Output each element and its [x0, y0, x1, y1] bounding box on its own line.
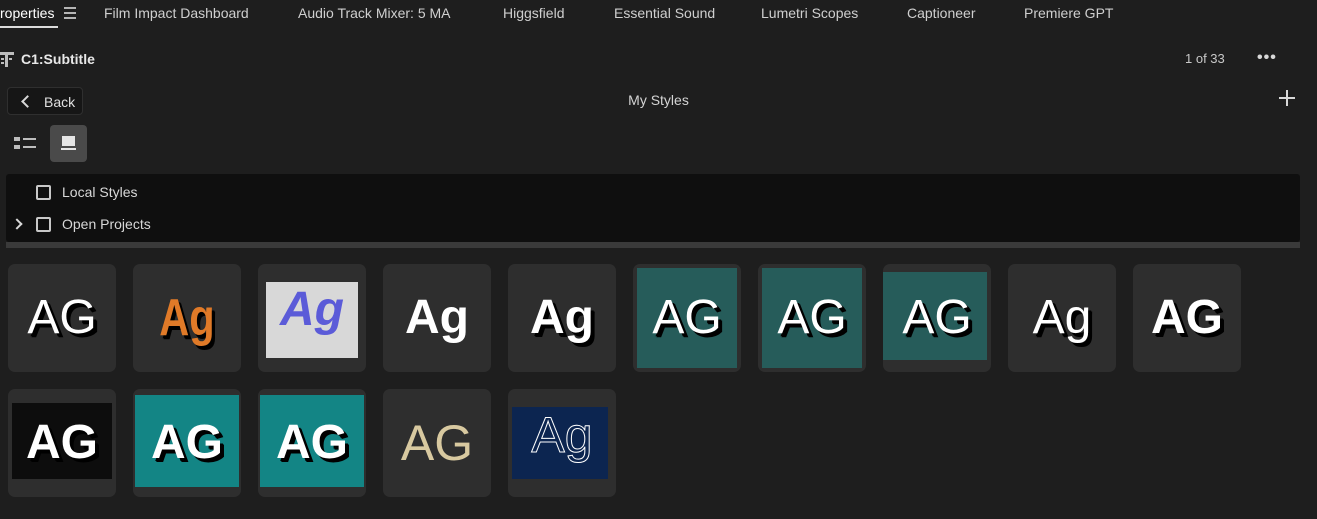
- clip-title: C1:Subtitle: [21, 51, 95, 67]
- style-preview-text: Ag: [531, 407, 593, 463]
- source-local-styles[interactable]: Local Styles: [6, 180, 406, 206]
- tab-lumetri-scopes[interactable]: Lumetri Scopes: [761, 5, 858, 21]
- style-tile[interactable]: AG: [633, 264, 741, 372]
- horizontal-scrollbar[interactable]: [6, 242, 1300, 248]
- style-tile[interactable]: AG: [8, 389, 116, 497]
- style-preview-text: Ag: [1032, 291, 1092, 344]
- tab-captioneer[interactable]: Captioneer: [907, 5, 976, 21]
- add-style-icon[interactable]: [1278, 89, 1296, 107]
- list-view-icon[interactable]: [8, 126, 42, 160]
- style-preview-text: AG: [777, 291, 847, 344]
- clip-header: C1:Subtitle 1 of 33 •••: [0, 45, 1317, 73]
- style-tile[interactable]: Ag: [1008, 264, 1116, 372]
- style-preview-text: AG: [26, 416, 98, 469]
- style-tile[interactable]: Ag: [383, 264, 491, 372]
- open-projects-checkbox[interactable]: [36, 217, 51, 232]
- grid-view-icon[interactable]: [50, 125, 87, 162]
- source-open-projects[interactable]: Open Projects: [6, 212, 406, 238]
- style-tile[interactable]: Ag: [508, 389, 616, 497]
- tab-properties[interactable]: roperties: [0, 5, 54, 21]
- style-tile[interactable]: AG: [258, 389, 366, 497]
- more-options-icon[interactable]: •••: [1257, 49, 1279, 67]
- style-preview-text: AG: [400, 415, 474, 471]
- panel-tab-bar: roperties Film Impact Dashboard Audio Tr…: [0, 0, 1317, 28]
- style-preview-text: AG: [1151, 291, 1223, 344]
- style-preview-text: Ag: [280, 283, 344, 336]
- style-tile[interactable]: Ag: [258, 264, 366, 372]
- style-preview-text: Ag: [159, 289, 215, 347]
- style-tile[interactable]: Ag: [133, 264, 241, 372]
- style-preview-text: Ag: [405, 291, 469, 344]
- style-preview-text: AG: [27, 291, 97, 344]
- active-tab-indicator: [0, 26, 58, 28]
- style-tile[interactable]: AG: [133, 389, 241, 497]
- style-preview-text: Ag: [530, 291, 594, 344]
- style-source-list: Local Styles Open Projects: [6, 174, 1300, 242]
- tab-audio-track-mixer[interactable]: Audio Track Mixer: 5 MA: [298, 5, 451, 21]
- style-tile[interactable]: AG: [758, 264, 866, 372]
- local-styles-checkbox[interactable]: [36, 185, 51, 200]
- subtitle-track-icon: [0, 52, 14, 67]
- style-tile[interactable]: AG: [1133, 264, 1241, 372]
- tab-film-impact-dashboard[interactable]: Film Impact Dashboard: [104, 5, 249, 21]
- source-label: Open Projects: [62, 216, 151, 232]
- style-tile[interactable]: AG: [883, 264, 991, 372]
- style-preview-text: AG: [902, 291, 972, 344]
- page-count: 1 of 33: [1185, 51, 1225, 66]
- style-preview-text: AG: [652, 291, 722, 344]
- panel-menu-icon[interactable]: [64, 7, 76, 19]
- tab-essential-sound[interactable]: Essential Sound: [614, 5, 715, 21]
- chevron-right-icon[interactable]: [11, 218, 23, 230]
- tab-premiere-gpt[interactable]: Premiere GPT: [1024, 5, 1113, 21]
- style-preview-text: AG: [276, 416, 348, 469]
- tab-higgsfield[interactable]: Higgsfield: [503, 5, 564, 21]
- style-tile[interactable]: AG: [8, 264, 116, 372]
- source-label: Local Styles: [62, 184, 138, 200]
- section-title: My Styles: [628, 92, 689, 108]
- style-tile[interactable]: Ag: [508, 264, 616, 372]
- style-tile[interactable]: AG: [383, 389, 491, 497]
- style-preview-text: AG: [151, 416, 223, 469]
